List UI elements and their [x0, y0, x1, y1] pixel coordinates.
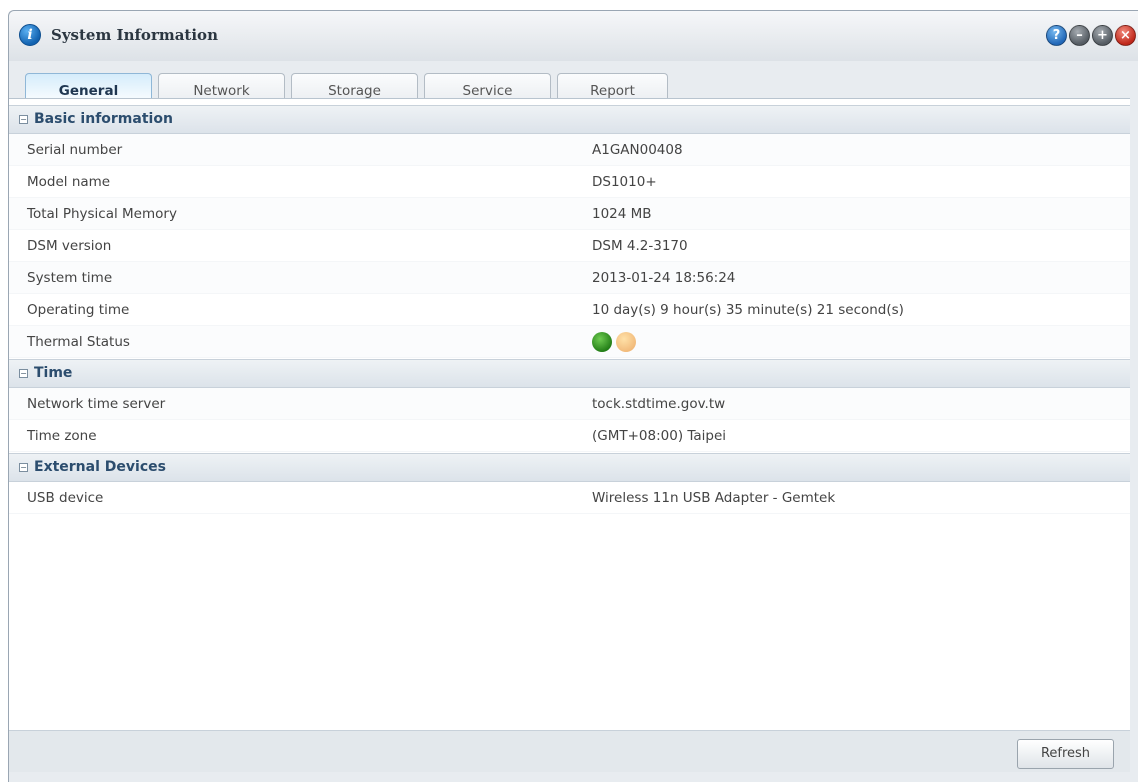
info-label: Operating time	[27, 302, 130, 318]
collapse-icon[interactable]: −	[19, 463, 28, 472]
info-row: System time 2013-01-24 18:56:24	[9, 262, 1130, 294]
info-label: Model name	[27, 174, 111, 190]
info-label: Time zone	[27, 428, 97, 444]
thermal-warning-icon	[616, 332, 636, 352]
info-row: Model name DS1010+	[9, 166, 1130, 198]
maximize-button[interactable]: +	[1092, 25, 1113, 46]
info-label: Total Physical Memory	[27, 206, 177, 222]
info-value: A1GAN00408	[592, 142, 683, 158]
info-label: Serial number	[27, 142, 123, 158]
info-value: 10 day(s) 9 hour(s) 35 minute(s) 21 seco…	[592, 302, 904, 318]
info-value: 1024 MB	[592, 206, 652, 222]
info-row: Time zone (GMT+08:00) Taipei	[9, 420, 1130, 452]
section-title: External Devices	[34, 459, 166, 475]
window-controls: ? – + ×	[1046, 25, 1136, 46]
info-label: Network time server	[27, 396, 166, 412]
refresh-button[interactable]: Refresh	[1017, 739, 1114, 769]
info-row: Thermal Status	[9, 326, 1130, 358]
info-row: USB device Wireless 11n USB Adapter - Ge…	[9, 482, 1130, 514]
minimize-button[interactable]: –	[1069, 25, 1090, 46]
info-label: USB device	[27, 490, 104, 506]
info-row: Serial number A1GAN00408	[9, 134, 1130, 166]
thermal-normal-icon	[592, 332, 612, 352]
section-basic-information[interactable]: − Basic information	[9, 105, 1130, 134]
info-value: DSM 4.2-3170	[592, 238, 688, 254]
info-label: DSM version	[27, 238, 112, 254]
info-value: (GMT+08:00) Taipei	[592, 428, 727, 444]
info-row: Total Physical Memory 1024 MB	[9, 198, 1130, 230]
info-row: Operating time 10 day(s) 9 hour(s) 35 mi…	[9, 294, 1130, 326]
info-row: DSM version DSM 4.2-3170	[9, 230, 1130, 262]
window-title: System Information	[51, 26, 218, 44]
help-button[interactable]: ?	[1046, 25, 1067, 46]
info-label: Thermal Status	[27, 334, 130, 350]
info-row: Network time server tock.stdtime.gov.tw	[9, 388, 1130, 420]
info-value: DS1010+	[592, 174, 657, 190]
collapse-icon[interactable]: −	[19, 369, 28, 378]
close-button[interactable]: ×	[1115, 25, 1136, 46]
section-title: Basic information	[34, 111, 173, 127]
section-time[interactable]: − Time	[9, 359, 1130, 388]
thermal-status-value	[592, 326, 640, 358]
info-value: Wireless 11n USB Adapter - Gemtek	[592, 490, 836, 506]
footer-bar: Refresh	[9, 730, 1130, 772]
section-external-devices[interactable]: − External Devices	[9, 453, 1130, 482]
general-panel: − Basic information Serial number A1GAN00…	[9, 98, 1130, 772]
collapse-icon[interactable]: −	[19, 115, 28, 124]
info-icon: i	[19, 24, 41, 46]
info-label: System time	[27, 270, 113, 286]
info-value: 2013-01-24 18:56:24	[592, 270, 736, 286]
info-value: tock.stdtime.gov.tw	[592, 396, 726, 412]
section-title: Time	[34, 365, 73, 381]
title-bar[interactable]: i System Information ? – + ×	[9, 11, 1138, 61]
